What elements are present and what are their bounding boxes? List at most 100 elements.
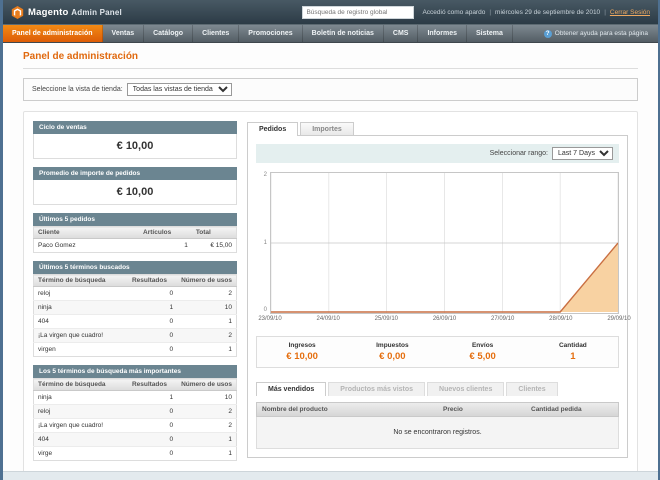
tab-importes[interactable]: Importes	[300, 122, 354, 136]
tab-clientes[interactable]: Clientes	[506, 382, 558, 396]
nav-item-sistema[interactable]: Sistema	[467, 25, 513, 42]
magento-admin-window: Magento Admin Panel Accedió como apardo …	[0, 0, 660, 480]
table-cell: ¡La virgen que cuadro!	[33, 328, 128, 343]
stat-impuestos: Impuestos € 0,00	[347, 342, 437, 362]
session-info: Accedió como apardo | miércoles 29 de se…	[422, 8, 650, 16]
stat-label: Ingresos	[288, 342, 316, 349]
main-nav: Panel de administración Ventas Catálogo Cli…	[3, 24, 658, 43]
column-price: Precio	[443, 406, 463, 413]
table-row[interactable]: Paco Gomez 1 € 15,00	[33, 238, 237, 253]
table-row[interactable]: virgen 0 1	[33, 342, 237, 357]
range-select[interactable]: Last 7 Days	[552, 147, 613, 160]
table-cell: 404	[33, 432, 128, 447]
x-tick-label: 24/09/10	[316, 316, 340, 322]
x-tick-label: 26/09/10	[432, 316, 457, 322]
stat-label: Envíos	[471, 342, 494, 349]
brand: Magento Admin Panel	[11, 5, 122, 19]
table-row[interactable]: ninja 1 10	[33, 300, 237, 315]
lifetime-sales-box: Ciclo de ventas € 10,00	[33, 121, 237, 159]
last-orders-title: Últimos 5 pedidos	[33, 213, 237, 226]
tab-nuevos-clientes[interactable]: Nuevos clientes	[427, 382, 505, 396]
stat-value: 1	[570, 351, 576, 362]
magento-logo-icon	[11, 5, 24, 19]
table-cell: Paco Gomez	[33, 238, 140, 253]
table-cell: 1	[177, 342, 237, 357]
store-switcher-label: Seleccione la vista de tienda:	[32, 86, 123, 93]
y-tick-label: 1	[263, 240, 267, 246]
range-label: Seleccionar rango:	[489, 150, 548, 157]
tab-productos-mas-vistos[interactable]: Productos más vistos	[328, 382, 426, 396]
table-cell: virgen	[33, 342, 128, 357]
nav-item-catalogo[interactable]: Catálogo	[144, 25, 194, 42]
chart-y-axis: 0 1 2	[256, 172, 270, 314]
chart-svg	[271, 173, 618, 313]
dashboard-left-column: Ciclo de ventas € 10,00 Promedio de impo…	[33, 121, 237, 469]
table-cell: 0	[127, 286, 178, 301]
stat-cantidad: Cantidad 1	[528, 342, 618, 362]
window-bottom-edge	[3, 471, 658, 480]
last-search-terms-box: Últimos 5 términos buscados Término de b…	[33, 261, 237, 357]
nav-item-informes[interactable]: Informes	[418, 25, 468, 42]
nav-item-boletin-de-noticias[interactable]: Boletín de noticias	[303, 25, 384, 42]
chart-plot-area	[270, 172, 619, 314]
nav-item-clientes[interactable]: Clientes	[193, 25, 240, 42]
column-termino-de-busqueda: Término de búsqueda	[33, 378, 128, 391]
orders-chart: 0 1 2 23/09/10 24/09/10 25/09/10 26/09/10 27/0…	[256, 172, 631, 326]
table-cell: 0	[127, 446, 178, 461]
table-row[interactable]: 404 0 1	[33, 314, 237, 329]
chart-tabs: Pedidos Importes	[247, 121, 628, 136]
stat-label: Impuestos	[376, 342, 409, 349]
lifetime-sales-value: € 10,00	[33, 134, 237, 159]
grid-tabs: Más vendidos Productos más vistos Nuevos c…	[256, 381, 619, 396]
nav-item-cms[interactable]: CMS	[384, 25, 419, 42]
table-cell: 10	[177, 300, 237, 315]
table-cell: virge	[33, 446, 128, 461]
table-cell: 0	[127, 314, 178, 329]
stat-value: € 0,00	[379, 351, 406, 362]
logged-in-text: Accedió como apardo	[422, 8, 486, 16]
help-icon: ?	[543, 29, 552, 38]
column-total: Total	[191, 226, 237, 239]
average-orders-box: Promedio de importe de pedidos € 10,00	[33, 167, 237, 205]
average-orders-title: Promedio de importe de pedidos	[33, 167, 237, 180]
help-link[interactable]: ? Obtener ayuda para esta página	[534, 25, 658, 42]
table-cell: 2	[177, 418, 237, 433]
page-title: Panel de administración	[23, 51, 638, 69]
column-resultados: Resultados	[127, 378, 178, 391]
table-cell: ninja	[33, 300, 128, 315]
last-orders-table: Cliente Artículos Total Paco Gomez 1 € 15,00	[33, 226, 237, 253]
table-row[interactable]: ¡La virgen que cuadro! 0 2	[33, 418, 237, 433]
table-row[interactable]: 404 0 1	[33, 432, 237, 447]
tab-pedidos[interactable]: Pedidos	[247, 122, 299, 136]
stat-ingresos: Ingresos € 10,00	[257, 342, 347, 362]
table-row[interactable]: reloj 0 2	[33, 286, 237, 301]
table-cell: 0	[127, 432, 178, 447]
logout-link[interactable]: Cerrar Sesión	[610, 9, 650, 16]
table-cell: 0	[127, 342, 178, 357]
table-cell: 10	[177, 390, 237, 405]
nav-item-ventas[interactable]: Ventas	[103, 25, 145, 42]
products-grid: Nombre del producto Precio Cantidad pedi…	[256, 402, 619, 449]
stat-value: € 10,00	[286, 351, 318, 362]
last-search-terms-title: Últimos 5 términos buscados	[33, 261, 237, 274]
store-view-select[interactable]: Todas las vistas de tienda	[126, 83, 232, 96]
nav-item-panel-de-administracion[interactable]: Panel de administración	[3, 25, 103, 42]
column-cliente: Cliente	[33, 226, 140, 239]
average-orders-value: € 10,00	[33, 180, 237, 205]
table-row[interactable]: virge 0 1	[33, 446, 237, 461]
table-row[interactable]: ¡La virgen que cuadro! 0 2	[33, 328, 237, 343]
y-tick-label: 2	[263, 172, 267, 178]
global-search-input[interactable]	[302, 5, 415, 19]
chart-panel: Seleccionar rango: Last 7 Days 0 1 2 23/09…	[247, 135, 631, 458]
table-row[interactable]: ninja 1 10	[33, 390, 237, 405]
empty-records-message: No se encontraron registros.	[256, 417, 619, 449]
tab-mas-vendidos[interactable]: Más vendidos	[256, 382, 327, 396]
nav-item-promociones[interactable]: Promociones	[239, 25, 303, 42]
table-row[interactable]: reloj 0 2	[33, 404, 237, 419]
table-cell: reloj	[33, 404, 128, 419]
table-cell: 1	[177, 314, 237, 329]
table-cell: 1	[139, 238, 192, 253]
table-cell: ¡La virgen que cuadro!	[33, 418, 128, 433]
table-cell: 2	[177, 404, 237, 419]
table-cell: 1	[127, 300, 178, 315]
